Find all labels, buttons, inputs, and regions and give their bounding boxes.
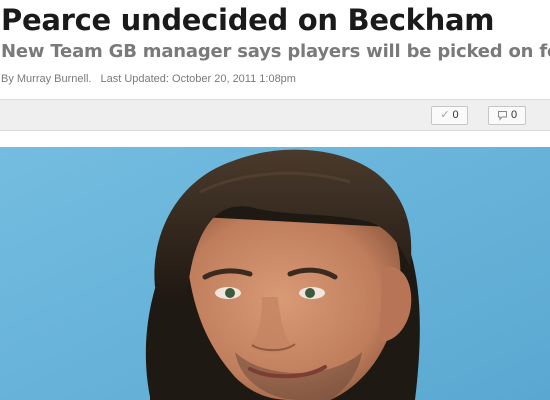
article-photo (0, 147, 550, 400)
article: Pearce undecided on Beckham New Team GB … (0, 0, 550, 400)
photo-image (0, 147, 550, 400)
social-bar: ✓ 0 0 (0, 99, 550, 131)
check-icon: ✓ (440, 109, 450, 121)
headline: Pearce undecided on Beckham (1, 3, 495, 37)
comment-button[interactable]: 0 (488, 106, 526, 125)
comment-count: 0 (510, 109, 518, 121)
speech-bubble-icon (497, 110, 508, 121)
like-button[interactable]: ✓ 0 (431, 106, 468, 125)
byline-updated: Last Updated: October 20, 2011 1:08pm (100, 73, 296, 85)
like-count: 0 (452, 109, 459, 121)
byline: By Murray Burnell. Last Updated: October … (1, 72, 296, 86)
subheadline: New Team GB manager says players will be… (1, 41, 550, 62)
byline-author: By Murray Burnell. (1, 73, 92, 85)
